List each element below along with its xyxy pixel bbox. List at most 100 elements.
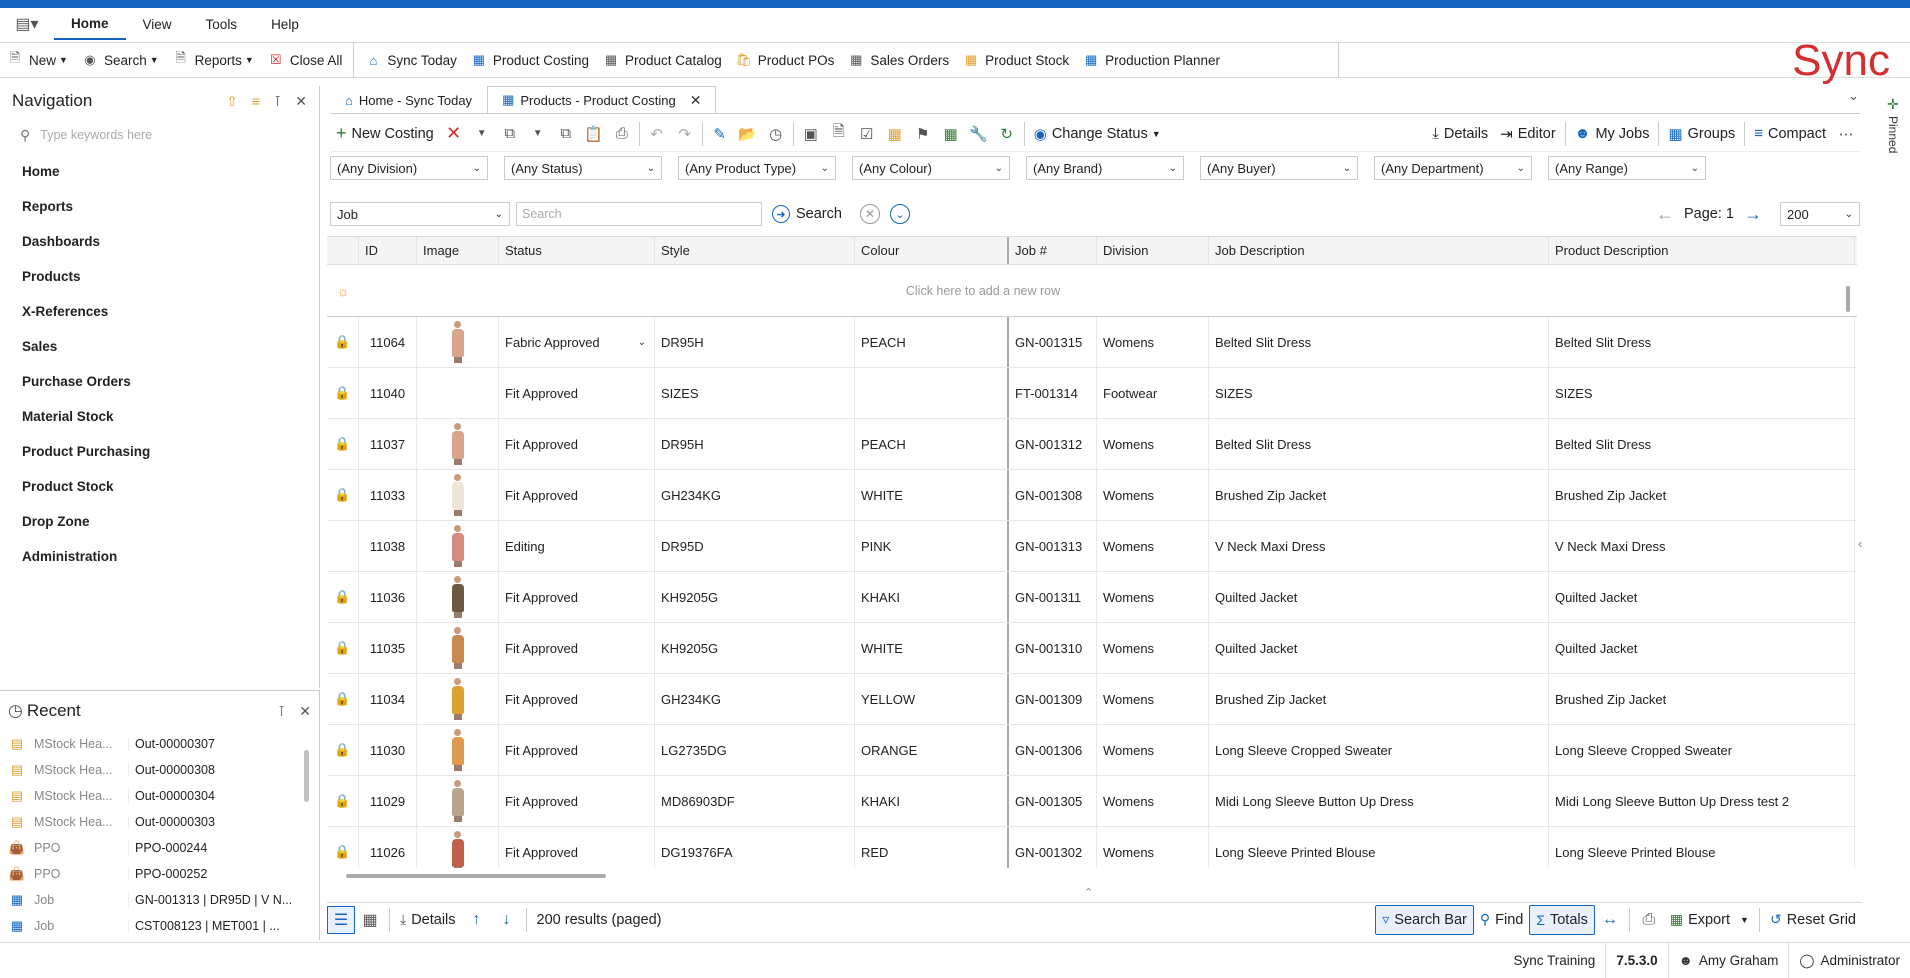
compact-button[interactable]: ≡ Compact [1748,116,1832,152]
job-description-cell[interactable]: Brushed Zip Jacket [1209,470,1549,520]
image-cell[interactable] [417,572,499,622]
shortcut-sync-today[interactable]: ⌂ Sync Today [358,42,464,78]
job-number-cell[interactable]: GN-001302 [1009,827,1097,868]
id-cell[interactable]: 11040 [359,368,417,418]
delete-icon[interactable]: ✕ [440,116,468,152]
card-view-icon[interactable]: ▦ [355,905,385,935]
status-cell[interactable]: Fit Approved [499,470,655,520]
job-description-cell[interactable]: Brushed Zip Jacket [1209,674,1549,724]
table-row[interactable]: 🔒 11037 Fit Approved DR95H PEACH GN-001312 Wom… [327,419,1857,470]
layers-icon[interactable]: ▦ [881,116,909,152]
status-cell[interactable]: Fit Approved [499,776,655,826]
product-description-cell[interactable]: Quilted Jacket [1549,623,1855,673]
colour-cell[interactable]: RED [855,827,1009,868]
history-icon[interactable]: ◷ [762,116,790,152]
search-field-select[interactable]: Job ⌄ [330,202,510,226]
header-status[interactable]: Status [499,237,655,264]
header-job-description[interactable]: Job Description [1209,237,1549,264]
new-row[interactable]: ☼ Click here to add a new row [327,265,1857,317]
colour-cell[interactable]: WHITE [855,623,1009,673]
status-cell[interactable]: Fit Approved [499,725,655,775]
division-cell[interactable]: Womens [1097,725,1209,775]
table-row[interactable]: 🔒 11026 Fit Approved DG19376FA RED GN-001302 W… [327,827,1857,868]
wrench-icon[interactable]: 🔧 [965,116,993,152]
redo-icon[interactable]: ↷ [671,116,699,152]
style-cell[interactable]: DG19376FA [655,827,855,868]
job-number-cell[interactable]: FT-001314 [1009,368,1097,418]
division-cell[interactable]: Womens [1097,623,1209,673]
header-division[interactable]: Division [1097,237,1209,264]
search-bar-toggle[interactable]: ▿ Search Bar [1375,904,1474,935]
reset-grid-button[interactable]: ↺ Reset Grid [1764,905,1862,935]
tab-product-costing[interactable]: ▦ Products - Product Costing ✕ [487,86,717,114]
job-number-cell[interactable]: GN-001305 [1009,776,1097,826]
job-number-cell[interactable]: GN-001306 [1009,725,1097,775]
menu-home[interactable]: Home [54,8,126,40]
search-input[interactable]: Search [516,202,762,226]
status-cell[interactable]: Fit Approved [499,572,655,622]
style-cell[interactable]: DR95H [655,317,855,367]
pin-icon[interactable]: ✛ [1887,96,1899,113]
product-description-cell[interactable]: Belted Slit Dress [1549,419,1855,469]
product-description-cell[interactable]: Quilted Jacket [1549,572,1855,622]
division-cell[interactable]: Womens [1097,317,1209,367]
division-cell[interactable]: Womens [1097,572,1209,622]
chevron-down-icon[interactable]: ⌄ [638,337,646,348]
find-button[interactable]: ⚲ Find [1474,905,1529,935]
recent-item[interactable]: ▦ Job CST008123 | MET001 | ... [0,913,319,939]
shortcut-product-catalog[interactable]: ▦ Product Catalog [596,42,729,78]
copy-icon[interactable]: ⧉ [496,116,524,152]
list-view-icon[interactable]: ☰ [327,905,355,934]
colour-filter[interactable]: (Any Colour) ⌄ [852,156,1010,180]
change-status-button[interactable]: ◉ Change Status ▼ [1028,116,1167,152]
my-jobs-button[interactable]: ☻ My Jobs [1569,116,1656,152]
job-description-cell[interactable]: Long Sleeve Cropped Sweater [1209,725,1549,775]
image-cell[interactable] [417,623,499,673]
table-row[interactable]: 🔒 11033 Fit Approved GH234KG WHITE GN-001308 W… [327,470,1857,521]
prev-page-icon[interactable]: ← [1656,204,1674,225]
style-cell[interactable]: SIZES [655,368,855,418]
table-row[interactable]: 🔒 11064 Fabric Approved ⌄ DR95H PEACH GN-00131… [327,317,1857,368]
pinned-sidebar-label[interactable]: Pinned [1886,116,1900,153]
menu-view[interactable]: View [126,8,189,40]
job-description-cell[interactable]: Quilted Jacket [1209,623,1549,673]
style-cell[interactable]: KH9205G [655,623,855,673]
app-menu-icon[interactable]: ▤▾ [0,8,54,40]
close-tab-icon[interactable]: ✕ [690,92,702,109]
image-cell[interactable] [417,419,499,469]
image-icon[interactable]: ▣ [797,116,825,152]
product-thumbnail[interactable] [447,627,469,669]
nav-item-products[interactable]: Products [0,259,319,294]
print-icon[interactable]: ⎙ [608,116,636,152]
style-cell[interactable]: DR95D [655,521,855,571]
nav-item-dashboards[interactable]: Dashboards [0,224,319,259]
bottom-details-button[interactable]: ⤓ Details [394,905,462,935]
style-cell[interactable]: GH234KG [655,470,855,520]
nav-item-x-references[interactable]: X-References [0,294,319,329]
details-button[interactable]: ⤓ Details [1426,116,1494,152]
product-thumbnail[interactable] [447,525,469,567]
department-filter[interactable]: (Any Department) ⌄ [1374,156,1532,180]
new-button[interactable]: 🗎 New ▼ [0,42,75,78]
job-number-cell[interactable]: GN-001313 [1009,521,1097,571]
recent-item[interactable]: 👜 PPO PPO-000244 [0,835,319,861]
pin-icon[interactable]: ⊺ [274,93,281,110]
status-cell[interactable]: Fabric Approved ⌄ [499,317,655,367]
header-style[interactable]: Style [655,237,855,264]
division-cell[interactable]: Womens [1097,827,1209,868]
image-cell[interactable] [417,470,499,520]
job-number-cell[interactable]: GN-001309 [1009,674,1097,724]
id-cell[interactable]: 11030 [359,725,417,775]
nav-item-product-stock[interactable]: Product Stock [0,469,319,504]
status-filter[interactable]: (Any Status) ⌄ [504,156,662,180]
print-preview-icon[interactable]: ⎙ [1634,905,1664,935]
product-description-cell[interactable]: Midi Long Sleeve Button Up Dress test 2 [1549,776,1855,826]
duplicate-icon[interactable]: ⧉ [552,116,580,152]
menu-help[interactable]: Help [254,8,316,40]
groups-button[interactable]: ▦ Groups [1662,116,1741,152]
checkbox-icon[interactable]: ☑ [853,116,881,152]
nav-item-material-stock[interactable]: Material Stock [0,399,319,434]
image-cell[interactable] [417,317,499,367]
job-description-cell[interactable]: V Neck Maxi Dress [1209,521,1549,571]
image-cell[interactable] [417,827,499,868]
